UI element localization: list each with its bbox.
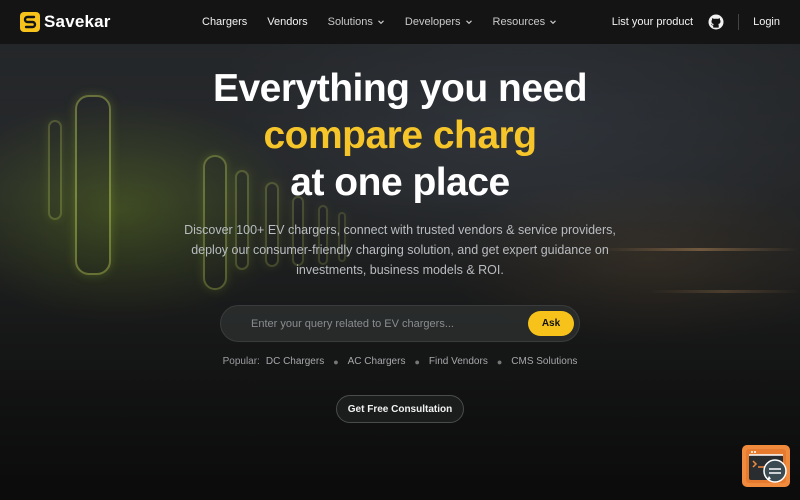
- popular-link-dc-chargers[interactable]: DC Chargers: [266, 356, 324, 367]
- nav-divider: [738, 14, 740, 30]
- top-navbar: Savekar Chargers Vendors Solutions Devel…: [0, 0, 800, 44]
- chevron-down-icon: [377, 20, 384, 25]
- popular-link-cms-solutions[interactable]: CMS Solutions: [511, 356, 577, 367]
- popular-searches: Popular: DC Chargers ● AC Chargers ● Fin…: [0, 356, 800, 367]
- nav-link-label: Solutions: [327, 16, 373, 28]
- nav-link-developers[interactable]: Developers: [405, 16, 473, 28]
- query-search-bar: Ask: [220, 305, 580, 342]
- login-link[interactable]: Login: [753, 16, 780, 28]
- nav-link-solutions[interactable]: Solutions: [328, 16, 385, 28]
- free-consultation-button[interactable]: Get Free Consultation: [336, 395, 464, 423]
- separator-dot: ●: [333, 356, 339, 367]
- list-product-link[interactable]: List your product: [612, 16, 693, 28]
- brand-logo-link[interactable]: Savekar: [20, 12, 111, 32]
- query-search-input[interactable]: [221, 306, 528, 341]
- chat-bot-icon: [746, 449, 787, 483]
- savekar-logo-icon: [20, 12, 40, 32]
- hero-headline-line3: at one place: [290, 161, 510, 204]
- brand-name: Savekar: [44, 12, 111, 31]
- separator-dot: ●: [414, 356, 420, 367]
- separator-dot: ●: [496, 356, 503, 367]
- nav-link-label: Vendors: [267, 16, 308, 28]
- chevron-down-icon: [465, 20, 472, 25]
- nav-link-chargers[interactable]: Chargers: [202, 16, 247, 28]
- popular-label: Popular:: [222, 356, 260, 367]
- github-icon[interactable]: [708, 14, 724, 30]
- hero-headline-line1: Everything you need: [212, 67, 588, 110]
- popular-link-find-vendors[interactable]: Find Vendors: [429, 356, 488, 367]
- main-nav: Chargers Vendors Solutions Developers Re…: [202, 0, 577, 44]
- hero-headline-typed-text: compare charg: [263, 114, 537, 157]
- nav-link-resources[interactable]: Resources: [493, 16, 558, 28]
- nav-right-actions: List your product Login: [612, 0, 780, 44]
- ask-button[interactable]: Ask: [528, 311, 574, 336]
- nav-link-label: Resources: [492, 16, 546, 28]
- chat-widget-button[interactable]: [742, 445, 790, 487]
- nav-link-vendors[interactable]: Vendors: [267, 16, 307, 28]
- chevron-down-icon: [550, 20, 557, 25]
- nav-link-label: Chargers: [202, 16, 248, 28]
- page-bottom-strip: [0, 484, 800, 500]
- hero-subtitle: Discover 100+ EV chargers, connect with …: [184, 223, 616, 277]
- nav-link-label: Developers: [404, 16, 461, 28]
- popular-link-ac-chargers[interactable]: AC Chargers: [348, 356, 406, 367]
